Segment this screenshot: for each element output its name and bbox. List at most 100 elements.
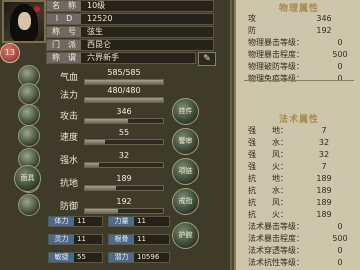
info-appellation-label: 称 谓 [47,53,81,63]
magic-row: 抗 火： 189 [248,210,356,220]
physical-row: 物理暴击程度： 500 [248,50,356,60]
info-sect-value: 西昆仑 [87,40,111,49]
stat-bar-fill [85,119,128,123]
info-name: 名 称 10级 [46,0,214,12]
equip-button-5[interactable]: 戒指 [172,188,199,215]
stat-bar [84,97,164,103]
physical-label: 物理免疫等级： [248,74,304,83]
attribute-value: 11 [77,217,86,225]
stat-icon-3 [18,104,40,126]
stat-label: 攻击 [60,112,79,122]
info-sect: 门 派 西昆仑 [46,39,214,51]
physical-value: 0 [337,62,343,71]
physical-row: 防 192 [248,26,356,36]
physical-label: 物理破防等级： [248,62,304,71]
level-badge: 13 [0,43,20,63]
equip-button-1[interactable]: 挂件 [172,98,199,125]
stat-bar-fill [85,140,105,144]
magic-label: 抗 水： [248,186,288,195]
stat-bar-fill [85,163,100,167]
magic-value: 32 [318,150,330,159]
physical-row: 物理破防等级： 0 [248,62,356,72]
attribute-cell: 敏捷 55 [48,252,103,263]
attribute-label: 根骨 [109,235,134,244]
magic-label: 强 地： [248,126,288,135]
equip-button-6[interactable]: 护腕 [172,222,199,249]
physical-label: 物理暴击程度： [248,50,304,59]
info-name-value: 10级 [87,1,106,10]
magic-row: 强 火： 7 [248,162,356,172]
magic-label: 抗 地： [248,174,288,183]
magic-row: 法术穿透等级： 0 [248,246,356,256]
attribute-value: 11 [77,235,86,243]
magic-row: 抗 水： 189 [248,186,356,196]
physical-value: 0 [337,74,343,83]
stat-value: 32 [118,151,130,160]
magic-label: 强 火： [248,162,288,171]
attribute-cell: 体力 11 [48,216,103,227]
info-id-value: 12520 [87,14,113,23]
magic-row: 法术暴击等级： 0 [248,222,356,232]
attribute-cell: 根骨 11 [108,234,170,245]
stat-bar-fill [85,209,118,213]
character-portrait [2,0,46,43]
stat-value: 192 [116,197,132,206]
portrait-face [18,12,31,30]
attribute-cell: 潜力 10596 [108,252,170,263]
magic-row: 强 地： 7 [248,126,356,136]
magic-value: 0 [337,246,343,255]
stat-bar-fill [85,98,163,102]
equip-button-2[interactable]: 警审 [172,128,199,155]
physical-row: 物理暴击等级： 0 [248,38,356,48]
info-title: 称 号 弦生 [46,26,214,38]
stat-value: 480/480 [107,86,141,95]
attribute-value: 10596 [137,253,160,261]
physical-row: 物理免疫等级： 0 [248,74,356,84]
stat-label: 速度 [60,133,79,143]
magic-row: 强 水： 32 [248,138,356,148]
stat-bar [84,79,164,85]
magic-value: 0 [337,222,343,231]
stat-icon-7 [18,194,40,216]
magic-label: 强 水： [248,138,288,147]
stat-icon-2 [18,83,40,105]
stat-bar [84,118,164,124]
attribute-value: 11 [137,235,146,243]
stat-value: 189 [116,174,132,183]
stat-label: 强水 [60,156,79,166]
magic-label: 法术抗性等级： [248,258,304,267]
info-appellation-value: 六界新手 [87,53,119,62]
character-panel: 13 名 称 10级 I D 12520 称 号 弦生 门 派 西昆仑 称 谓 … [0,0,232,270]
stat-value: 346 [116,107,132,116]
attribute-label: 潜力 [109,253,134,262]
physical-section-title: 物理属性 [278,4,319,14]
physical-value: 192 [316,26,332,35]
magic-value: 189 [316,174,332,183]
info-appellation[interactable]: 称 谓 六界新手 [46,52,196,64]
stat-value: 55 [118,128,130,137]
magic-value: 7 [321,162,327,171]
edit-appellation-button[interactable]: ✎ [198,52,216,66]
stat-bar [84,162,164,168]
physical-value: 0 [337,38,343,47]
info-title-label: 称 号 [47,27,81,37]
stat-bar [84,139,164,145]
magic-row: 抗 风： 189 [248,198,356,208]
physical-row: 攻 346 [248,14,356,24]
physical-label: 物理暴击等级： [248,38,304,47]
magic-label: 法术穿透等级： [248,246,304,255]
info-name-label: 名 称 [47,1,81,11]
attribute-label: 力量 [109,217,134,226]
stat-bar [84,208,164,214]
portrait-mark [34,6,40,12]
attribute-label: 敏捷 [49,253,74,262]
stat-bar-fill [85,186,117,190]
attributes-panel: 物理属性 攻 346 防 192 物理暴击等级： 0 物理暴击程度： 500 物理破防等级： 0 物… [234,0,360,270]
physical-label: 防 [248,26,256,35]
magic-value: 189 [316,186,332,195]
info-id: I D 12520 [46,13,214,25]
physical-value: 346 [316,14,332,23]
equip-button-3[interactable]: 面具 [14,165,41,192]
equip-button-4[interactable]: 项链 [172,158,199,185]
magic-row: 法术抗性等级： 0 [248,258,356,268]
